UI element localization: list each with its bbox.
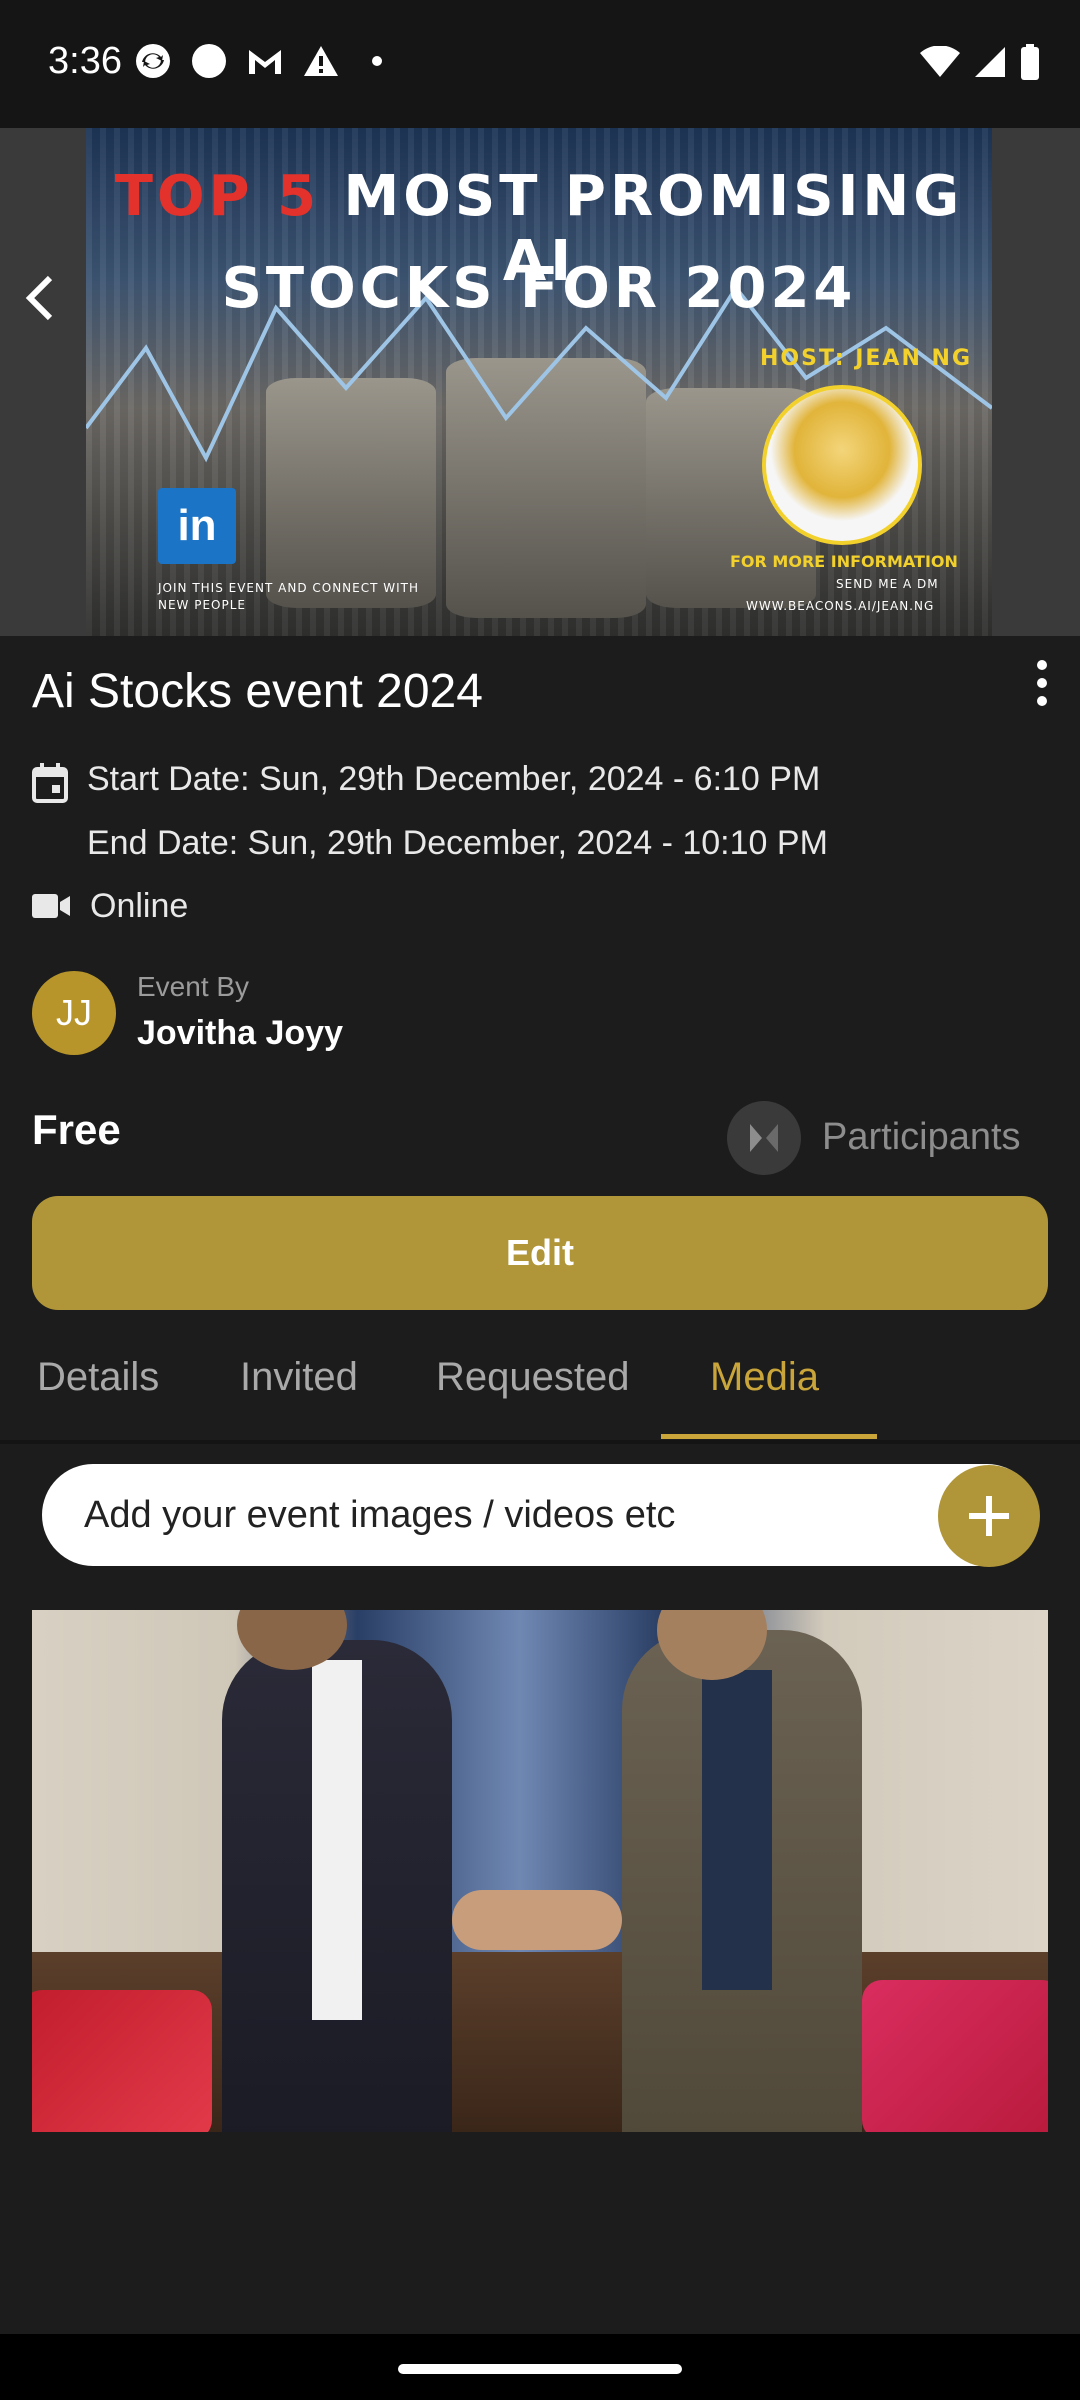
banner-send-dm: SEND ME A DM	[836, 577, 939, 591]
status-bar: 3:36	[0, 0, 1080, 128]
tab-details[interactable]: Details	[37, 1355, 159, 1400]
banner-join-text: JOIN THIS EVENT AND CONNECT WITH NEW PEO…	[158, 581, 420, 612]
add-media-placeholder[interactable]: Add your event images / videos etc	[84, 1494, 675, 1537]
end-date: End Date: Sun, 29th December, 2024 - 10:…	[87, 824, 828, 862]
event-title: Ai Stocks event 2024	[32, 665, 483, 718]
event-banner: TOP 5 MOST PROMISING AI STOCKS FOR 2024 …	[0, 128, 1080, 636]
battery-icon	[1020, 44, 1040, 85]
video-camera-icon	[32, 894, 70, 918]
home-gesture-handle[interactable]	[398, 2364, 682, 2374]
host-avatar[interactable]: JJ	[32, 971, 116, 1055]
circle-icon	[190, 42, 228, 80]
gmail-icon	[246, 42, 284, 80]
dot-icon	[358, 42, 396, 80]
wifi-icon	[920, 45, 960, 83]
banner-host-label: HOST: JEAN NG	[760, 346, 973, 371]
add-media-bar[interactable]: Add your event images / videos etc	[42, 1464, 1040, 1567]
tab-media[interactable]: Media	[710, 1355, 819, 1400]
active-tab-indicator	[661, 1434, 877, 1439]
banner-website: WWW.BEACONS.AI/JEAN.NG	[746, 599, 935, 613]
banner-title-line2: STOCKS FOR 2024	[221, 256, 857, 321]
sync-icon	[134, 42, 172, 80]
host-name[interactable]: Jovitha Joyy	[137, 1014, 343, 1053]
tab-requested[interactable]: Requested	[436, 1355, 629, 1400]
more-options-button[interactable]	[1014, 650, 1070, 716]
calendar-icon	[32, 763, 68, 803]
banner-more-info: FOR MORE INFORMATION	[730, 552, 958, 571]
back-button[interactable]	[10, 268, 70, 328]
banner-host-photo	[762, 385, 922, 545]
event-location: Online	[90, 887, 189, 925]
media-photo[interactable]	[32, 1610, 1048, 2132]
plus-icon	[969, 1496, 1009, 1536]
add-media-button[interactable]	[938, 1465, 1040, 1567]
participants-avatar-icon[interactable]	[727, 1101, 801, 1175]
tabs-divider	[0, 1440, 1080, 1444]
edit-button[interactable]: Edit	[32, 1196, 1048, 1310]
start-date: Start Date: Sun, 29th December, 2024 - 6…	[87, 760, 821, 798]
tab-invited[interactable]: Invited	[240, 1355, 358, 1400]
warning-icon	[302, 42, 340, 80]
linkedin-logo-icon: in	[158, 488, 236, 564]
participants-link[interactable]: Participants	[822, 1116, 1021, 1159]
event-by-label: Event By	[137, 971, 250, 1002]
status-time: 3:36	[48, 40, 122, 82]
event-price: Free	[32, 1106, 121, 1153]
back-arrow-icon	[25, 275, 53, 321]
banner-image: TOP 5 MOST PROMISING AI STOCKS FOR 2024 …	[86, 128, 992, 636]
signal-icon	[974, 46, 1006, 83]
event-tabs: Details Invited Requested Media	[0, 1330, 1080, 1440]
